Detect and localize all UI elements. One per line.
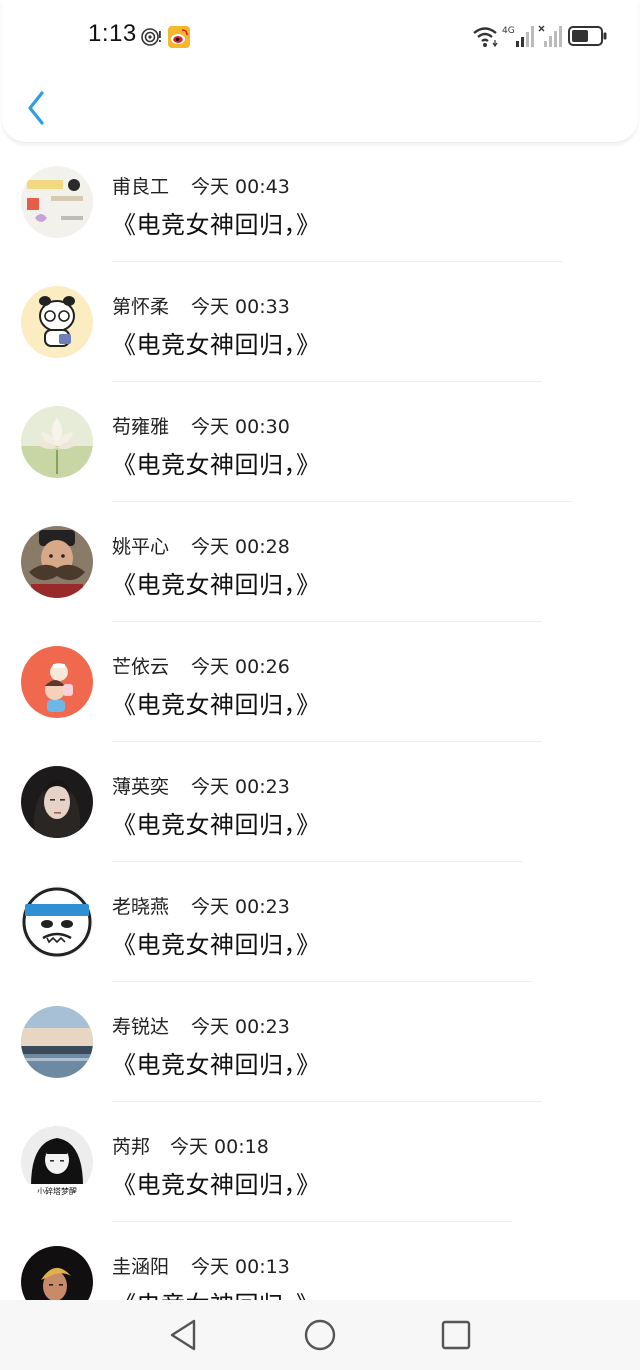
back-button[interactable]	[22, 88, 52, 128]
comment-time: 今天 00:43	[191, 176, 290, 198]
signal-icon	[538, 25, 562, 47]
nav-recent-icon[interactable]	[438, 1317, 474, 1353]
bw-girl-avatar[interactable]: 小碎塔梦醒	[21, 1126, 93, 1198]
comment-row[interactable]: 老晓燕 今天 00:23 《电竞女神回归，》	[0, 862, 640, 982]
weibo-icon	[168, 26, 190, 48]
comment-row[interactable]: 小碎塔梦醒 芮邦 今天 00:18 《电竞女神回归，》	[0, 1102, 640, 1222]
commenter-name[interactable]: 芒依云	[112, 652, 169, 679]
comment-text: 《电竞女神回归，》	[112, 331, 321, 359]
comment-time: 今天 00:23	[191, 776, 290, 798]
comment-list[interactable]: 甫良工 今天 00:43 《电竞女神回归，》 第怀柔 今天 00:33 《电竞女…	[0, 142, 640, 1300]
comment-row[interactable]: 甫良工 今天 00:43 《电竞女神回归，》	[0, 142, 640, 262]
comment-row[interactable]: 第怀柔 今天 00:33 《电竞女神回归，》	[0, 262, 640, 382]
comment-row[interactable]: 苟雍雅 今天 00:30 《电竞女神回归，》	[0, 382, 640, 502]
commenter-name[interactable]: 老晓燕	[112, 892, 169, 919]
system-nav-bar	[0, 1300, 640, 1370]
commenter-name[interactable]: 芮邦	[112, 1132, 150, 1159]
comment-text: 《电竞女神回归，》	[112, 451, 321, 479]
nav-back-icon[interactable]	[166, 1317, 202, 1353]
panda-cartoon-avatar[interactable]	[21, 286, 93, 358]
header: 1:13 4G	[2, 0, 638, 143]
comment-text: 《电竞女神回归，》	[112, 811, 321, 839]
hotspot-icon	[141, 28, 161, 46]
comment-time: 今天 00:23	[191, 1016, 290, 1038]
avatar-caption: 小碎塔梦醒	[37, 1186, 77, 1196]
cartoon-face-avatar[interactable]	[21, 886, 93, 958]
commenter-name[interactable]: 姚平心	[112, 532, 169, 559]
comment-time: 今天 00:13	[191, 1256, 290, 1278]
comment-text: 《电竞女神回归，》	[112, 1051, 321, 1079]
comment-text: 《电竞女神回归，》	[112, 1285, 321, 1300]
landscape-avatar[interactable]	[21, 1006, 93, 1078]
status-time: 1:13	[88, 20, 137, 47]
commenter-name[interactable]: 薄英奕	[112, 772, 169, 799]
commenter-name[interactable]: 圭涵阳	[112, 1252, 169, 1279]
comment-text: 《电竞女神回归，》	[112, 931, 321, 959]
mustache-man-avatar[interactable]	[21, 526, 93, 598]
comment-row[interactable]: 芒依云 今天 00:26 《电竞女神回归，》	[0, 622, 640, 742]
dark-portrait-avatar[interactable]	[21, 1246, 93, 1300]
network-label: 4G	[502, 26, 515, 36]
comment-row[interactable]: 薄英奕 今天 00:23 《电竞女神回归，》	[0, 742, 640, 862]
commenter-name[interactable]: 苟雍雅	[112, 412, 169, 439]
lotus-avatar[interactable]	[21, 406, 93, 478]
comment-time: 今天 00:33	[191, 296, 290, 318]
battery-icon	[568, 26, 607, 46]
nav-home-icon[interactable]	[302, 1317, 338, 1353]
comment-text: 《电竞女神回归，》	[112, 571, 321, 599]
comment-time: 今天 00:23	[191, 896, 290, 918]
comment-text: 《电竞女神回归，》	[112, 691, 321, 719]
comment-row[interactable]: 姚平心 今天 00:28 《电竞女神回归，》	[0, 502, 640, 622]
comment-time: 今天 00:18	[170, 1136, 269, 1158]
commenter-name[interactable]: 第怀柔	[112, 292, 169, 319]
commenter-name[interactable]: 寿锐达	[112, 1012, 169, 1039]
commenter-name[interactable]: 甫良工	[112, 172, 169, 199]
comment-text: 《电竞女神回归，》	[112, 211, 321, 239]
cartoon-kids-avatar[interactable]	[21, 646, 93, 718]
status-bar: 1:13 4G	[2, 0, 638, 72]
comment-time: 今天 00:28	[191, 536, 290, 558]
comment-text: 《电竞女神回归，》	[112, 1171, 321, 1199]
comment-time: 今天 00:30	[191, 416, 290, 438]
woman-portrait-avatar[interactable]	[21, 766, 93, 838]
sticker-avatar[interactable]	[21, 166, 93, 238]
chevron-left-icon	[28, 91, 44, 125]
signal-4g-icon: 4G	[502, 26, 534, 47]
comment-row[interactable]: 圭涵阳 今天 00:13 《电竞女神回归，》	[0, 1222, 640, 1300]
screen: 1:13 4G 甫良工 今天 00:43 《电竞女神回归，》 第怀柔 今天 00…	[0, 0, 640, 1370]
wifi-icon	[473, 27, 498, 48]
comment-row[interactable]: 寿锐达 今天 00:23 《电竞女神回归，》	[0, 982, 640, 1102]
comment-time: 今天 00:26	[191, 656, 290, 678]
